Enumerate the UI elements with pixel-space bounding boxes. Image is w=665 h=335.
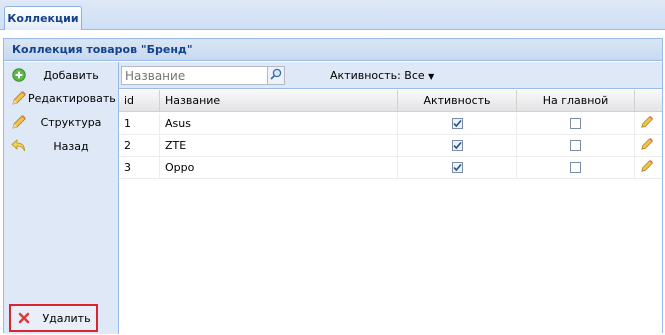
on-main-checkbox[interactable]	[570, 140, 581, 151]
cell-name: ZTE	[160, 135, 398, 156]
cell-active	[398, 157, 517, 178]
edit-button-label: Редактировать	[28, 91, 116, 105]
pencil-icon	[10, 113, 28, 131]
tab-strip: Коллекции	[0, 0, 665, 30]
search-icon	[270, 68, 282, 83]
table-row[interactable]: 1 Asus	[119, 113, 662, 135]
structure-button[interactable]: Структура	[10, 112, 114, 132]
app-window: Коллекции Коллекция товаров "Бренд" Доба…	[0, 0, 665, 335]
column-header-name[interactable]: Название	[160, 90, 398, 111]
tab-collections[interactable]: Коллекции	[4, 6, 82, 30]
grid-body: 1 Asus 2 ZTE 3 Oppo	[119, 113, 662, 283]
delete-button-label: Удалить	[42, 311, 91, 325]
search-input[interactable]	[122, 67, 267, 84]
table-row[interactable]: 3 Oppo	[119, 157, 662, 179]
edit-button[interactable]: Редактировать	[10, 88, 116, 108]
cell-name: Asus	[160, 113, 398, 134]
grid-area: Активность: Все ▼ id Название Активность…	[118, 62, 662, 334]
cell-id: 1	[119, 113, 160, 134]
pencil-icon	[10, 89, 28, 107]
cell-on-main	[517, 157, 635, 178]
grid-header: id Название Активность На главной	[119, 90, 662, 112]
column-header-on-main[interactable]: На главной	[517, 90, 635, 111]
column-header-actions	[635, 90, 663, 111]
edit-row-pencil-icon[interactable]	[640, 137, 654, 154]
tab-label: Коллекции	[7, 12, 79, 25]
cell-id: 2	[119, 135, 160, 156]
cell-actions	[635, 135, 663, 156]
cell-actions	[635, 113, 663, 134]
column-header-active[interactable]: Активность	[398, 90, 517, 111]
cell-active	[398, 113, 517, 134]
add-icon	[10, 66, 28, 84]
active-checkbox[interactable]	[451, 118, 463, 129]
dropdown-arrow-icon: ▼	[428, 72, 435, 81]
action-sidebar: Добавить Редактировать Структура Назад У…	[4, 62, 117, 334]
structure-button-label: Структура	[40, 115, 102, 129]
activity-filter-label: Активность: Все	[330, 69, 425, 82]
panel-body: Добавить Редактировать Структура Назад У…	[4, 62, 662, 334]
edit-row-pencil-icon[interactable]	[640, 159, 654, 176]
add-button[interactable]: Добавить	[10, 65, 114, 85]
add-button-label: Добавить	[43, 68, 99, 82]
activity-filter[interactable]: Активность: Все ▼	[330, 69, 434, 82]
collection-panel: Коллекция товаров "Бренд" Добавить Редак…	[3, 38, 663, 334]
grid-toolbar: Активность: Все ▼	[119, 62, 662, 89]
search-button[interactable]	[267, 67, 284, 84]
cell-actions	[635, 157, 663, 178]
back-arrow-icon	[10, 137, 28, 155]
edit-row-pencil-icon[interactable]	[640, 115, 654, 132]
back-button[interactable]: Назад	[10, 136, 114, 156]
back-button-label: Назад	[53, 139, 89, 153]
table-row[interactable]: 2 ZTE	[119, 135, 662, 157]
active-checkbox[interactable]	[451, 162, 463, 173]
close-icon	[11, 312, 37, 324]
on-main-checkbox[interactable]	[570, 162, 581, 173]
on-main-checkbox[interactable]	[570, 118, 581, 129]
cell-name: Oppo	[160, 157, 398, 178]
cell-id: 3	[119, 157, 160, 178]
column-header-id[interactable]: id	[119, 90, 160, 111]
cell-on-main	[517, 135, 635, 156]
cell-on-main	[517, 113, 635, 134]
cell-active	[398, 135, 517, 156]
search-field	[121, 66, 285, 85]
delete-button[interactable]: Удалить	[9, 304, 98, 332]
panel-title: Коллекция товаров "Бренд"	[4, 39, 662, 61]
active-checkbox[interactable]	[451, 140, 463, 151]
